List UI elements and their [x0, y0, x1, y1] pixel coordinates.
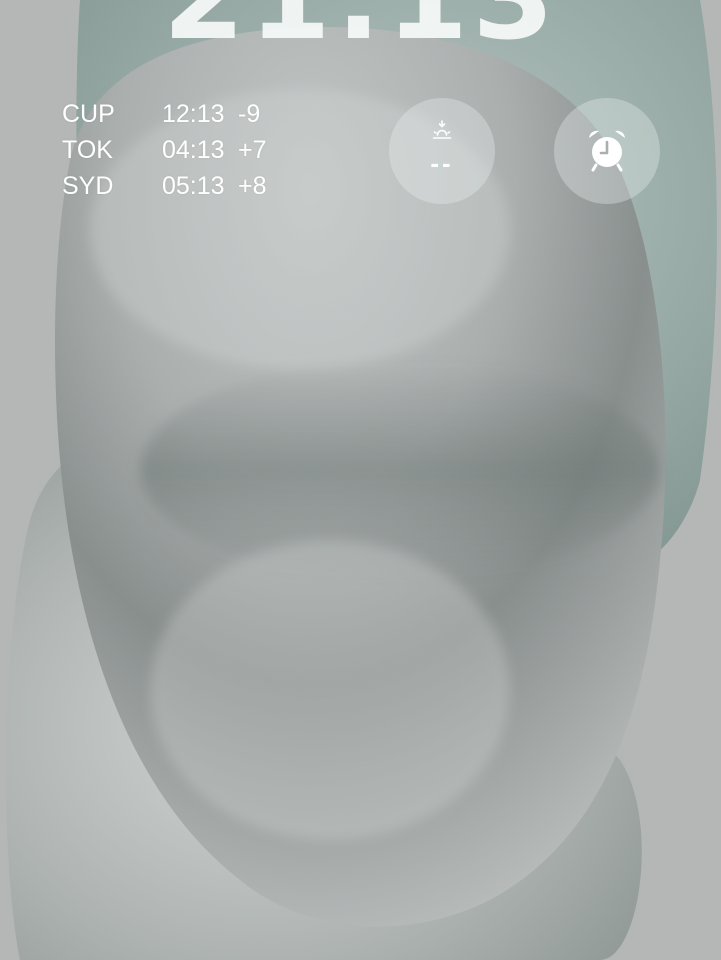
world-clock-city: CUP	[62, 99, 115, 128]
world-clock-row: TOK 04:13 +7	[62, 132, 302, 168]
alarm-clock-icon	[589, 130, 625, 172]
world-clock-row: CUP 12:13 -9	[62, 96, 302, 132]
alarm-widget[interactable]	[554, 98, 660, 204]
sunrise-widget[interactable]: --	[389, 98, 495, 204]
world-clock-time: 05:13	[162, 171, 225, 200]
sunrise-icon	[432, 120, 452, 139]
lock-screen-time: 21:13	[0, 0, 721, 56]
world-clock-city: SYD	[62, 171, 114, 200]
world-clock-widget[interactable]: CUP 12:13 -9 TOK 04:13 +7 SYD 05:13 +8	[62, 96, 302, 204]
world-clock-row: SYD 05:13 +8	[62, 168, 302, 204]
world-clock-offset: -9	[238, 99, 261, 128]
sunrise-value: --	[430, 148, 454, 178]
world-clock-offset: +7	[238, 135, 267, 164]
world-clock-time: 04:13	[162, 135, 225, 164]
world-clock-offset: +8	[238, 171, 267, 200]
lock-screen: 21:13 CUP 12:13 -9 TOK 04:13 +7 SYD 05:1…	[0, 0, 721, 960]
world-clock-time: 12:13	[162, 99, 225, 128]
world-clock-city: TOK	[62, 135, 113, 164]
